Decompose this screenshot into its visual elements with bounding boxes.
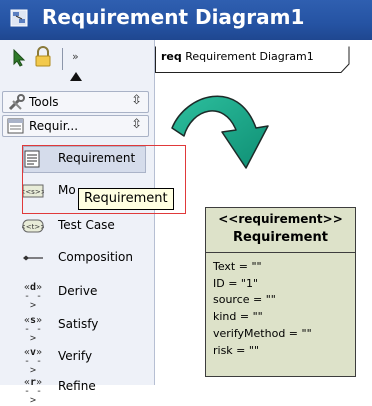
diagram-name: Requirement Diagram1 — [185, 50, 314, 63]
window-title-bar: Requirement Diagram1 — [0, 0, 372, 40]
pointer-icon[interactable] — [12, 49, 26, 67]
derive-icon: «d» - - > — [23, 282, 43, 311]
palette-item-label: Verify — [58, 349, 93, 363]
diagram-kind-keyword: req — [161, 50, 182, 63]
lock-icon[interactable] — [34, 46, 52, 68]
test-case-icon: <<t>> — [22, 219, 44, 233]
requirement-stereotype: <<requirement>> — [218, 212, 343, 226]
requirements-section-icon — [7, 118, 24, 134]
collapse-arrow-icon[interactable] — [70, 72, 82, 81]
more-options-icon[interactable]: » — [72, 50, 79, 63]
window-title: Requirement Diagram1 — [42, 5, 305, 29]
palette-item-label: Refine — [58, 379, 96, 393]
requirement-header: <<requirement>> Requirement — [206, 208, 355, 253]
property-source: source = "" — [213, 293, 276, 307]
diagram-frame-label: req Requirement Diagram1 — [161, 50, 314, 63]
section-toggle-icon[interactable]: ⇳ — [131, 117, 142, 132]
palette-item-refine[interactable]: «r» - - > Refine — [0, 372, 150, 406]
test-case-icon-text: <<t>> — [22, 223, 44, 231]
palette-toolbar: » — [0, 40, 154, 84]
palette-item-label: Test Case — [58, 218, 115, 232]
diagram-icon — [10, 9, 28, 27]
palette-item-label: Composition — [58, 250, 133, 264]
palette-item-label: Derive — [58, 284, 98, 298]
property-risk: risk = "" — [213, 343, 260, 357]
palette-item-satisfy[interactable]: «s» - - > Satisfy — [0, 310, 150, 344]
requirement-element[interactable]: <<requirement>> Requirement Text = "" ID… — [205, 207, 356, 377]
property-id: ID = "1" — [213, 276, 259, 290]
tools-icon — [8, 94, 25, 111]
requirement-properties: Text = "" ID = "1" source = "" kind = ""… — [213, 259, 312, 359]
derive-icon-letter: d — [29, 282, 37, 293]
verify-icon-letter: v — [29, 347, 37, 358]
composition-icon — [23, 255, 43, 261]
requirement-name: Requirement — [233, 230, 328, 245]
property-text: Text = "" — [213, 260, 262, 273]
satisfy-icon: «s» - - > — [23, 315, 43, 344]
section-label: Requir... — [29, 119, 79, 133]
property-verify-method: verifyMethod = "" — [213, 326, 312, 340]
refine-icon: «r» - - > — [23, 377, 43, 406]
palette-item-composition[interactable]: Composition — [0, 243, 150, 273]
palette-item-test-case[interactable]: <<t>> Test Case — [0, 211, 150, 241]
refine-icon-letter: r — [29, 377, 37, 388]
satisfy-icon-letter: s — [29, 315, 37, 326]
verify-icon: «v» - - > — [23, 347, 43, 376]
section-label: Tools — [29, 95, 59, 109]
section-toggle-icon[interactable]: ⇳ — [131, 93, 142, 108]
palette-item-verify[interactable]: «v» - - > Verify — [0, 342, 150, 376]
property-kind: kind = "" — [213, 310, 263, 324]
tooltip: Requirement — [78, 188, 174, 210]
palette-item-derive[interactable]: «d» - - > Derive — [0, 277, 150, 311]
toolbar-separator — [62, 48, 63, 70]
palette-item-label: Satisfy — [58, 317, 99, 331]
palette-section-requirements[interactable]: Requir... ⇳ — [2, 115, 149, 137]
palette-section-tools[interactable]: Tools ⇳ — [2, 91, 149, 113]
